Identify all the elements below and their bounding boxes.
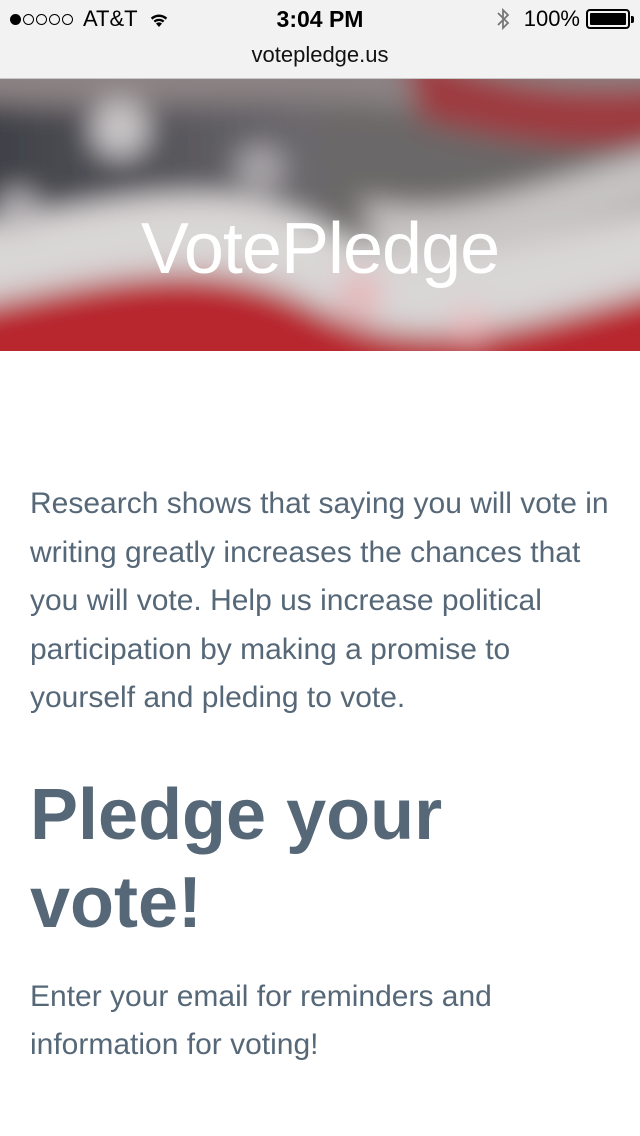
pledge-subtitle: Enter your email for reminders and infor… xyxy=(30,979,492,1062)
hero-banner: VotePledge xyxy=(0,79,640,351)
bluetooth-icon xyxy=(497,7,509,31)
status-right: 100% xyxy=(496,6,634,32)
status-bar: AT&T 3:04 PM 100% xyxy=(0,0,640,40)
site-title: VotePledge xyxy=(140,209,500,289)
url-text[interactable]: votepledge.us xyxy=(252,42,389,67)
battery-percent: 100% xyxy=(523,6,580,31)
battery-icon xyxy=(586,9,634,29)
pledge-heading: Pledge your vote! xyxy=(30,774,443,943)
main-content: Research shows that saying you will vote… xyxy=(30,480,620,1070)
address-bar[interactable]: votepledge.us xyxy=(0,40,640,79)
intro-paragraph: Research shows that saying you will vote… xyxy=(30,487,609,714)
